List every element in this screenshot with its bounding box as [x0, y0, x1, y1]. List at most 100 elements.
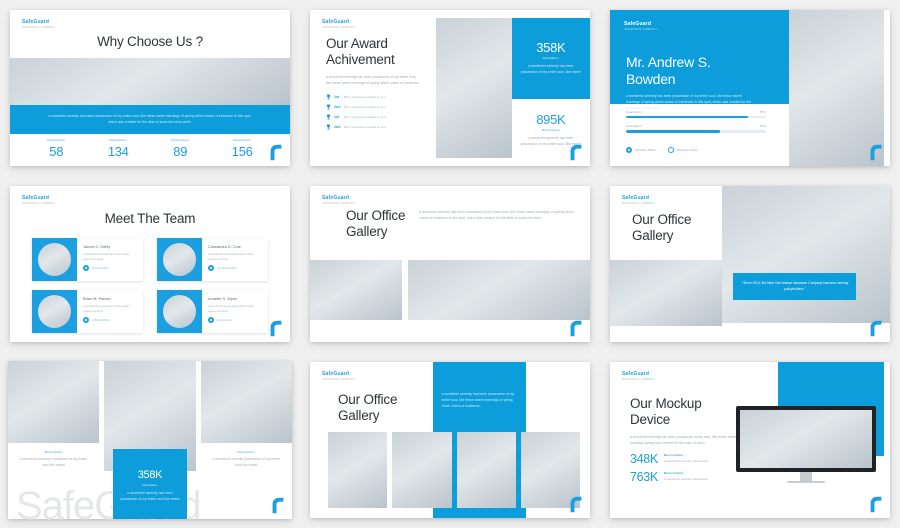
page-title-line2: Achivement [326, 52, 395, 68]
award-item: 2nd But i must been explain to you [326, 104, 436, 110]
monitor-stand [800, 471, 812, 481]
slide-cell-4: SafeGuard INSURANCE COMPANY Meet The Tea… [0, 176, 300, 352]
award-text: But i must been explain to you [344, 104, 386, 109]
twitter-icon[interactable] [208, 317, 214, 324]
gallery-photo-2 [392, 432, 452, 508]
badge-label: Description [142, 482, 158, 487]
stat-row: 348K Description a wonderful serenity po… [630, 453, 748, 466]
skill-bars: Description 87% Description 67% [626, 110, 766, 139]
bar-label: Description [626, 109, 642, 114]
gallery-body: a wonderful serenity has been possession… [419, 210, 574, 220]
stat-label: Description [109, 138, 128, 142]
brand-tagline: INSURANCE COMPANY [624, 27, 658, 31]
gallery-photo-3 [456, 432, 516, 508]
stat-label: Description [233, 138, 252, 142]
brand-logo: SafeGuard INSURANCE COMPANY [624, 22, 657, 31]
corner-logo-mark [870, 144, 882, 161]
avatar [38, 295, 71, 328]
page-title-line1: Our Office [632, 212, 692, 227]
slide-our-office-gallery-3[interactable]: SafeGuard INSURANCE COMPANY Our Office G… [310, 362, 590, 518]
avatar-tile [157, 290, 202, 333]
band-text: a wonderful serenity has taken possessio… [48, 113, 252, 124]
corner-logo-mark [570, 496, 582, 513]
legend-item: Windows Office [626, 147, 656, 154]
member-desc: a wonderful possession entire these swee… [208, 303, 255, 313]
slide-our-mockup-device[interactable]: SafeGuard INSURANCE COMPANY Our Mockup D… [610, 362, 890, 518]
stat-badge: 358K Description a wonderful serenity ha… [112, 449, 187, 519]
slide-cell-6: SafeGuard INSURANCE COMPANY Our Office G… [600, 176, 900, 352]
gallery-photo-1 [310, 260, 402, 320]
brand-logo: SafeGuard INSURANCE COMPANY [322, 372, 355, 381]
gallery-left-column: SafeGuard INSURANCE COMPANY Our Office G… [610, 186, 722, 342]
slide-meet-the-team[interactable]: SafeGuard INSURANCE COMPANY Meet The Tea… [10, 186, 290, 342]
brand-name: SafeGuard [22, 195, 50, 201]
stat-label: Description [541, 128, 560, 133]
stat-block-top: 358K Description a wonderful serenity ha… [511, 18, 590, 100]
brand-name: SafeGuard [624, 21, 652, 27]
badge-value: 358K [137, 468, 163, 481]
team-card[interactable]: Cassandra D. Cole a wonderful possession… [157, 238, 268, 281]
hero-image-documents [10, 58, 290, 105]
slide-profile-andrew-bowden[interactable]: SafeGuard INSURANCE COMPANY Mr. Andrew S… [610, 10, 890, 166]
stat-label: Description [664, 471, 684, 476]
stat-value: 358K [536, 40, 566, 56]
bar-percent: 67% [759, 124, 766, 129]
page-title-line2: Gallery [346, 224, 388, 240]
slide-our-office-gallery-1[interactable]: SafeGuard INSURANCE COMPANY Our Office G… [310, 186, 590, 342]
caption-body: a wonderful serenity possession of my en… [212, 457, 280, 467]
team-card[interactable]: Brian M. Palmer a wonderful possession e… [32, 290, 143, 333]
award-rank: 1st [334, 115, 340, 120]
gallery-column-3: Description a wonderful serenity possess… [200, 361, 292, 519]
skill-bar-row: Description 67% [626, 124, 766, 134]
slide-our-office-gallery-2[interactable]: SafeGuard INSURANCE COMPANY Our Office G… [610, 186, 890, 342]
stat-value: 156 [231, 144, 253, 159]
twitter-icon[interactable] [208, 265, 214, 272]
page-title-line1: Mr. Andrew S. [626, 54, 711, 70]
stat-item: Description 134 [108, 138, 129, 158]
stat-value: 763K [630, 470, 658, 485]
avatar [163, 243, 196, 276]
corner-logo-mark [272, 497, 284, 514]
quote-card: " Since 1914, the New York Mutual Insura… [733, 273, 857, 300]
twitter-icon[interactable] [83, 265, 89, 272]
trophy-icon [327, 114, 330, 120]
slide-cell-5: SafeGuard INSURANCE COMPANY Our Office G… [300, 176, 600, 352]
award-item: 1st But i must been explain to you [326, 114, 436, 120]
monitor-base [787, 480, 825, 484]
team-card[interactable]: James C. Kirbly a wonderful possession e… [32, 238, 143, 281]
brand-tagline: INSURANCE COMPANY [22, 25, 56, 29]
avatar-tile [32, 238, 77, 281]
slide-why-choose-us[interactable]: SafeGuard INSURANCE COMPANY Why Choose U… [10, 10, 290, 166]
stat-label: Description [664, 452, 684, 457]
profile-blue-panel: SafeGuard INSURANCE COMPANY Mr. Andrew S… [610, 10, 801, 110]
stat-label: Description [543, 56, 559, 61]
gallery-title: Our Office Gallery [346, 208, 405, 241]
stat-value: 58 [49, 144, 64, 159]
page-title-line1: Our Mockup [630, 396, 702, 411]
page-title: Meet The Team [104, 211, 196, 226]
person-cutout-photo [789, 10, 885, 166]
skill-bar-row: Description 87% [626, 110, 766, 119]
member-desc: a wonderful possession entire these swee… [208, 251, 255, 261]
team-card[interactable]: Annette S. Wynn a wonderful possession e… [157, 290, 268, 333]
avatar [163, 295, 196, 328]
slide-our-award-achievement[interactable]: SafeGuard INSURANCE COMPANY Our Award Ac… [310, 10, 590, 166]
stats-row: Description 58 Description 134 Descripti… [10, 138, 290, 158]
stat-label: Description [171, 138, 190, 142]
legend-item: Windows Office [667, 147, 698, 154]
bar-track [626, 130, 766, 134]
badge-body: a wonderful serenity has been possession… [120, 490, 180, 501]
bar-label: Description [626, 124, 642, 129]
award-rank: 1st [334, 94, 340, 99]
column-caption: Description a wonderful serenity possess… [201, 443, 292, 469]
stat-body: a wonderful serenity possession [664, 477, 709, 482]
slide-gallery-stat-358k[interactable]: Description a wonderful serenity possess… [8, 361, 292, 519]
stat-item: Description 89 [171, 138, 189, 158]
brand-logo: SafeGuard INSURANCE COMPANY [622, 372, 655, 381]
bar-percent: 87% [759, 109, 766, 114]
gallery-header: Our Office Gallery a wonderful serenity … [346, 208, 574, 241]
twitter-icon[interactable] [83, 317, 89, 324]
page-title-line2: Gallery [632, 228, 674, 244]
legend-row: Windows Office Windows Office [626, 147, 698, 154]
mockup-body: a wonderful serenity has been possession… [630, 434, 737, 445]
